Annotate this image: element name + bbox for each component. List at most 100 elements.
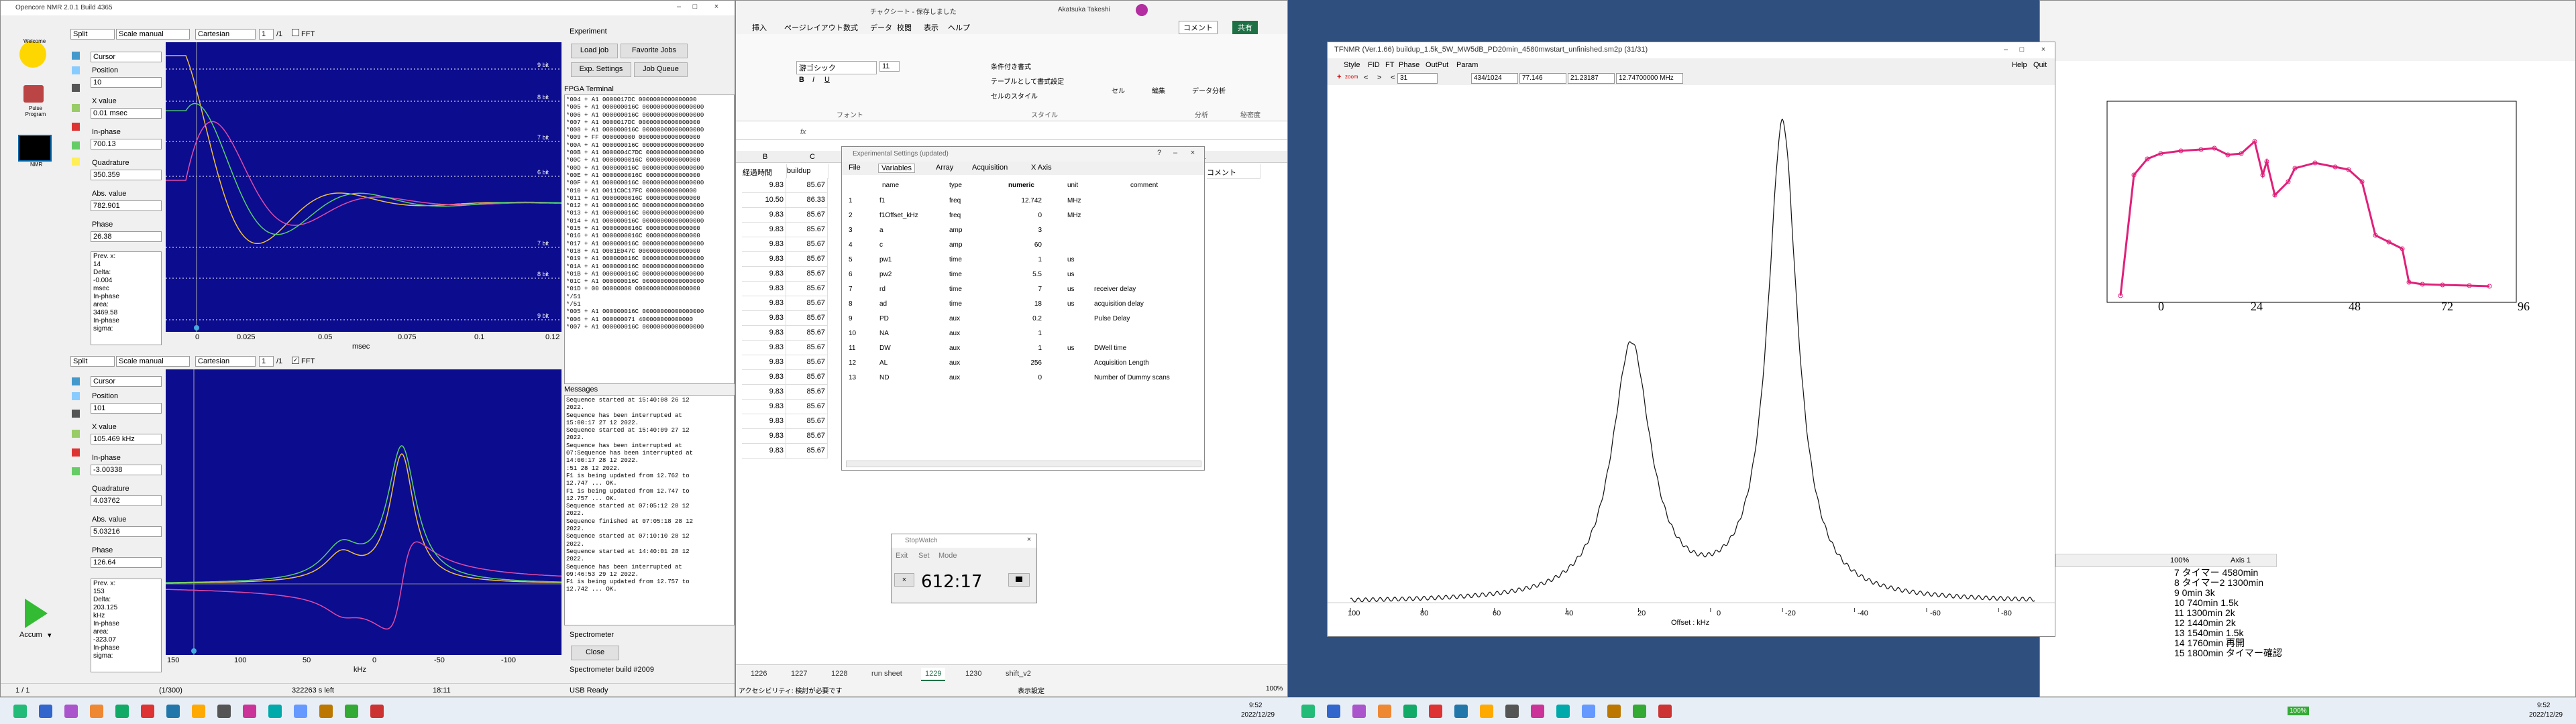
dialog-menu-variables[interactable]: Variables (878, 164, 916, 173)
stopwatch-menu-exit[interactable]: Exit (896, 552, 908, 560)
table-cell[interactable]: 9.83 (742, 429, 786, 444)
add-icon[interactable]: + (1337, 73, 1341, 81)
abs-field-2[interactable]: 5.03216 (91, 526, 162, 537)
tfnmr-menu-output[interactable]: OutPut (1426, 61, 1448, 69)
stopwatch-stop-button[interactable] (1008, 573, 1030, 587)
sheet-tab-1227[interactable]: 1227 (787, 668, 811, 681)
abs-field[interactable]: 782.901 (91, 200, 162, 211)
taskbar-app-icon[interactable] (243, 705, 256, 718)
scale-select-2[interactable]: Scale manual (116, 356, 190, 367)
coord-select[interactable]: Cartesian (195, 29, 256, 40)
col-header-c[interactable]: C (810, 153, 815, 161)
fpga-terminal[interactable]: *004 + A1 0000017DC 0000000000000000 *00… (564, 95, 735, 384)
share-button[interactable]: 共有 (1232, 21, 1258, 34)
xvalue-field[interactable]: 0.01 msec (91, 108, 162, 119)
table-cell[interactable]: 9.83 (742, 326, 786, 341)
table-cell[interactable]: 85.67 (786, 208, 828, 223)
accum-play-icon[interactable] (25, 599, 48, 628)
taskbar-app-icon[interactable] (13, 705, 27, 718)
tfnmr-close-button[interactable]: × (2036, 46, 2051, 56)
menu-layout[interactable]: ページレイアウト (784, 22, 843, 33)
table-cell[interactable]: 9.83 (742, 355, 786, 370)
table-cell[interactable]: 9.83 (742, 414, 786, 429)
table-row[interactable]: 1 f1 freq 12.742 MHz (842, 194, 1191, 208)
table-cell[interactable]: 85.67 (786, 252, 828, 267)
sheet-tab-shift[interactable]: shift_v2 (1002, 668, 1035, 681)
bold-button[interactable]: B (799, 76, 804, 84)
table-row[interactable]: 13 ND aux 0 Number of Dummy scans (842, 371, 1191, 385)
stopwatch-menu-mode[interactable]: Mode (938, 552, 957, 560)
table-row[interactable]: 12 AL aux 256 Acquisition Length (842, 356, 1191, 371)
prev-button[interactable]: < (1364, 74, 1368, 82)
taskbar-app-icon[interactable] (1582, 705, 1595, 718)
taskbar-app-icon[interactable] (1556, 705, 1570, 718)
taskbar-app-icon[interactable] (1658, 705, 1672, 718)
table-cell[interactable]: 9.83 (742, 311, 786, 326)
table-cell[interactable]: 9.83 (742, 237, 786, 252)
position-field[interactable]: 10 (91, 77, 162, 88)
tfnmr-menu-quit[interactable]: Quit (2033, 61, 2047, 69)
table-row[interactable]: 11 DW aux 1 us DWell time (842, 341, 1191, 356)
underline-button[interactable]: U (824, 76, 830, 84)
font-size-field[interactable]: 11 (879, 61, 900, 72)
table-cell[interactable]: 85.67 (786, 355, 828, 370)
maximize-button[interactable]: □ (688, 3, 702, 13)
header-buildup[interactable]: buildup (787, 164, 828, 179)
taskbar-app-icon[interactable] (90, 705, 103, 718)
data-analysis-button[interactable]: データ分析 (1192, 85, 1226, 95)
taskbar-app-icon[interactable] (1607, 705, 1621, 718)
table-row[interactable]: 8 ad time 18 us acquisition delay (842, 297, 1191, 312)
dialog-help-button[interactable]: ? (1152, 149, 1167, 160)
avatar[interactable] (1136, 4, 1148, 16)
cell-style-button[interactable]: セルのスタイル (991, 90, 1038, 101)
yellow-icon[interactable] (72, 158, 80, 166)
load-job-button[interactable]: Load job (571, 44, 618, 58)
edit-button[interactable]: 編集 (1152, 85, 1165, 95)
table-cell[interactable]: 85.67 (786, 311, 828, 326)
red-icon[interactable] (72, 123, 80, 131)
index-field[interactable]: 31 (1397, 73, 1438, 84)
menu-view[interactable]: 表示 (924, 22, 938, 33)
grid-icon[interactable] (72, 66, 80, 74)
magnet-icon[interactable] (72, 410, 80, 418)
display-settings[interactable]: 表示設定 (1018, 685, 1044, 695)
sheet-tab-1228[interactable]: 1228 (827, 668, 851, 681)
menu-data[interactable]: データ (870, 22, 892, 33)
menu-review[interactable]: 校閲 (897, 22, 912, 33)
job-queue-button[interactable]: Job Queue (634, 62, 688, 77)
table-cell[interactable]: 9.83 (742, 444, 786, 459)
inphase-field[interactable]: 700.13 (91, 139, 162, 149)
taskbar-app-icon[interactable] (141, 705, 154, 718)
spectrometer-close-button[interactable]: Close (571, 646, 619, 660)
phase-field[interactable]: 26.38 (91, 231, 162, 242)
tfnmr-plot[interactable] (1328, 86, 2055, 621)
dialog-menu-acquisition[interactable]: Acquisition (972, 164, 1008, 172)
taskbar-app-icon[interactable] (1480, 705, 1493, 718)
cells-button[interactable]: セル (1112, 85, 1125, 95)
table-cell[interactable]: 9.83 (742, 223, 786, 237)
quad-field-2[interactable]: 4.03762 (91, 495, 162, 506)
taskbar-app-icon[interactable] (1633, 705, 1646, 718)
accessibility-status[interactable]: アクセシビリティ: 検討が必要です (739, 685, 842, 695)
table-row[interactable]: 3 a amp 3 (842, 223, 1191, 238)
taskbar-app-icon[interactable] (1531, 705, 1544, 718)
dialog-scrollbar[interactable] (846, 461, 1201, 467)
table-row[interactable]: 6 pw2 time 5.5 us (842, 267, 1191, 282)
exp-settings-button[interactable]: Exp. Settings (571, 62, 631, 77)
table-cell[interactable]: 86.33 (786, 193, 828, 208)
cursor-select-2[interactable]: Cursor (91, 376, 162, 387)
page-field[interactable]: 1 (259, 29, 274, 40)
table-cell[interactable]: 85.67 (786, 267, 828, 282)
cursor-icon[interactable] (72, 377, 80, 385)
menu-insert[interactable]: 挿入 (752, 22, 767, 33)
header-comment[interactable]: コメント (1207, 164, 1260, 179)
taskbar-app-icon[interactable] (294, 705, 307, 718)
table-cell[interactable]: 9.83 (742, 178, 786, 193)
phase-field-2[interactable]: 126.64 (91, 557, 162, 568)
bottom-plot[interactable] (166, 369, 561, 655)
favorite-jobs-button[interactable]: Favorite Jobs (621, 44, 688, 58)
taskbar-app-icon[interactable] (217, 705, 231, 718)
taskbar-app-icon[interactable] (39, 705, 52, 718)
xvalue-field-2[interactable]: 105.469 kHz (91, 434, 162, 444)
tfnmr-menu-style[interactable]: Style (1344, 61, 1360, 69)
